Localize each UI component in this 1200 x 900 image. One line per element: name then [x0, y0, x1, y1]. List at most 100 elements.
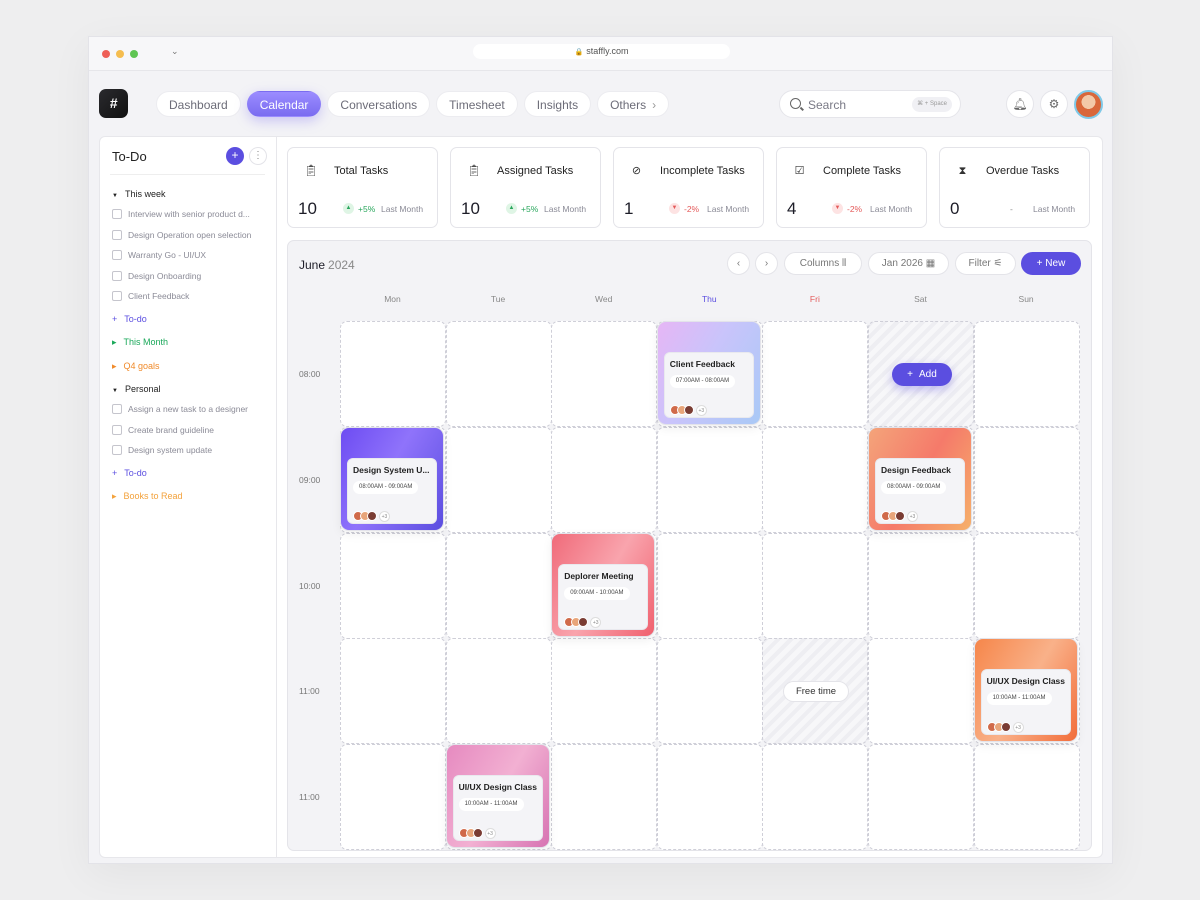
event-attendees: +3 [353, 510, 390, 523]
todo-item[interactable]: Interview with senior product d... [112, 209, 272, 230]
calendar-slot[interactable] [868, 532, 974, 639]
search-icon [790, 98, 801, 109]
calendar-slot[interactable] [762, 321, 869, 427]
calendar-slot[interactable] [762, 532, 869, 639]
calendar-slot[interactable] [762, 426, 869, 533]
nav-dashboard[interactable]: Dashboard [156, 91, 241, 117]
todo-checkbox[interactable] [112, 445, 122, 455]
minimize-window-button[interactable] [116, 50, 124, 58]
prev-week-button[interactable]: ‹ [727, 252, 750, 275]
more-options-button[interactable]: ⋮ [249, 147, 267, 165]
day-header-mon: Mon [384, 294, 401, 304]
sidebar-section-header[interactable]: ▼ Personal [112, 382, 272, 404]
todo-item[interactable]: Client Feedback [112, 291, 272, 312]
time-label: 10:00 [299, 580, 321, 591]
nav-calendar[interactable]: Calendar [246, 91, 322, 117]
calendar-slot[interactable] [973, 426, 1080, 533]
user-avatar[interactable] [1074, 90, 1103, 119]
calendar-slot[interactable] [973, 321, 1080, 427]
columns-button[interactable]: Columns ⫴ [784, 252, 862, 275]
calendar-slot[interactable] [340, 638, 446, 745]
search-input[interactable] [808, 96, 908, 113]
calendar-slot[interactable] [762, 744, 869, 850]
todo-checkbox[interactable] [112, 229, 122, 240]
date-picker-button[interactable]: Jan 2026 ▦ [868, 252, 949, 275]
todo-label: Warranty Go - UI/UX [128, 250, 207, 260]
sidebar-link-to-do[interactable]: + To-do [112, 466, 272, 490]
calendar-slot[interactable] [973, 532, 1080, 639]
sidebar-link-q4-goals[interactable]: ▸ Q4 goals [112, 359, 272, 383]
calendar-slot[interactable] [551, 638, 658, 745]
todo-item[interactable]: Design system update [112, 445, 272, 466]
chevron-down-icon[interactable]: ⌄ [171, 46, 179, 57]
todo-checkbox[interactable] [112, 270, 122, 281]
todo-item[interactable]: Design Onboarding [112, 270, 272, 292]
main-nav: Dashboard Calendar Conversations Timesheet I… [156, 91, 670, 117]
add-event-chip[interactable]: + Add [892, 363, 952, 386]
sidebar-link-books-to-read[interactable]: ▸ Books to Read [112, 489, 272, 513]
sidebar-link-this-month[interactable]: ▸ This Month [112, 335, 272, 359]
event-card[interactable]: UI/UX Design Class 10:00AM - 11:00AM +3 [973, 638, 1078, 743]
todo-label: Interview with senior product d... [128, 209, 250, 219]
settings-button[interactable]: ⚙ [1040, 90, 1068, 118]
todo-checkbox[interactable] [112, 250, 122, 260]
next-week-button[interactable]: › [755, 252, 778, 275]
todo-checkbox[interactable] [112, 424, 122, 435]
todo-item[interactable]: Assign a new task to a designer [112, 404, 272, 425]
calendar-slot[interactable] [445, 638, 552, 745]
notification-button[interactable]: 🔔︎ [1006, 90, 1034, 118]
plus-icon: + [1036, 258, 1043, 269]
event-card[interactable]: Client Feedback 07:00AM - 08:00AM +3 [656, 321, 761, 425]
calendar-slot[interactable] [445, 426, 552, 533]
day-header-fri: Fri [809, 294, 820, 304]
stat-card-complete-tasks: ☑ Complete Tasks 4 ▼ -2% Last Month [776, 147, 927, 228]
calendar-slot[interactable] [551, 744, 658, 850]
clipboard-icon: 📋︎ [304, 165, 318, 177]
calendar-slot[interactable] [445, 321, 552, 427]
event-card[interactable]: Design Feedback 08:00AM - 09:00AM +3 [868, 426, 972, 531]
calendar-slot[interactable] [973, 744, 1080, 850]
stat-change: +5% [358, 204, 376, 214]
todo-checkbox[interactable] [112, 404, 122, 414]
app-logo[interactable]: # [99, 89, 128, 118]
calendar-slot[interactable] [868, 744, 974, 850]
filter-button[interactable]: Filter ⚟ [955, 252, 1016, 275]
event-card[interactable]: Deplorer Meeting 09:00AM - 10:00AM +3 [551, 532, 656, 637]
nav-label: Timesheet [449, 98, 505, 112]
sidebar-link-to-do[interactable]: + To-do [112, 312, 272, 336]
calendar-slot[interactable] [656, 744, 763, 850]
maximize-window-button[interactable] [130, 50, 138, 58]
new-event-button[interactable]: + New [1021, 252, 1081, 275]
add-todo-button[interactable]: + [226, 147, 244, 165]
nav-conversations[interactable]: Conversations [327, 91, 431, 117]
calendar-slot[interactable] [868, 638, 974, 745]
todo-checkbox[interactable] [112, 291, 122, 301]
todo-checkbox[interactable] [112, 209, 122, 219]
event-card[interactable]: UI/UX Design Class 10:00AM - 11:00AM +3 [445, 744, 550, 849]
event-attendees: +3 [881, 510, 918, 523]
todo-item[interactable]: Design Operation open selection [112, 229, 272, 251]
nav-others[interactable]: Others › [597, 91, 670, 117]
calendar-slot[interactable] [656, 426, 763, 533]
nav-insights[interactable]: Insights [523, 91, 592, 117]
event-card[interactable]: Design System U... 08:00AM - 09:00AM +3 [340, 426, 444, 531]
calendar-slot[interactable] [340, 744, 446, 850]
address-bar[interactable]: 🔒 staffly.com [473, 44, 730, 59]
calendar-slot[interactable] [656, 638, 763, 745]
nav-timesheet[interactable]: Timesheet [436, 91, 518, 117]
calendar-slot[interactable] [551, 426, 658, 533]
todo-label: Design system update [128, 445, 213, 455]
stat-change: +5% [521, 204, 539, 214]
todo-item[interactable]: Warranty Go - UI/UX [112, 250, 272, 271]
calendar-slot[interactable] [340, 321, 446, 427]
sidebar-section-header[interactable]: ▼ This week [112, 187, 272, 209]
calendar-slot[interactable] [551, 321, 658, 427]
event-attendees: +3 [564, 616, 602, 629]
search-box[interactable]: ⌘ + Space [779, 90, 961, 118]
todo-item[interactable]: Create brand guideline [112, 424, 272, 446]
plus-icon: + [112, 313, 118, 324]
calendar-slot[interactable] [445, 532, 552, 639]
close-window-button[interactable] [102, 50, 110, 58]
calendar-slot[interactable] [340, 532, 446, 639]
calendar-slot[interactable] [656, 532, 763, 639]
